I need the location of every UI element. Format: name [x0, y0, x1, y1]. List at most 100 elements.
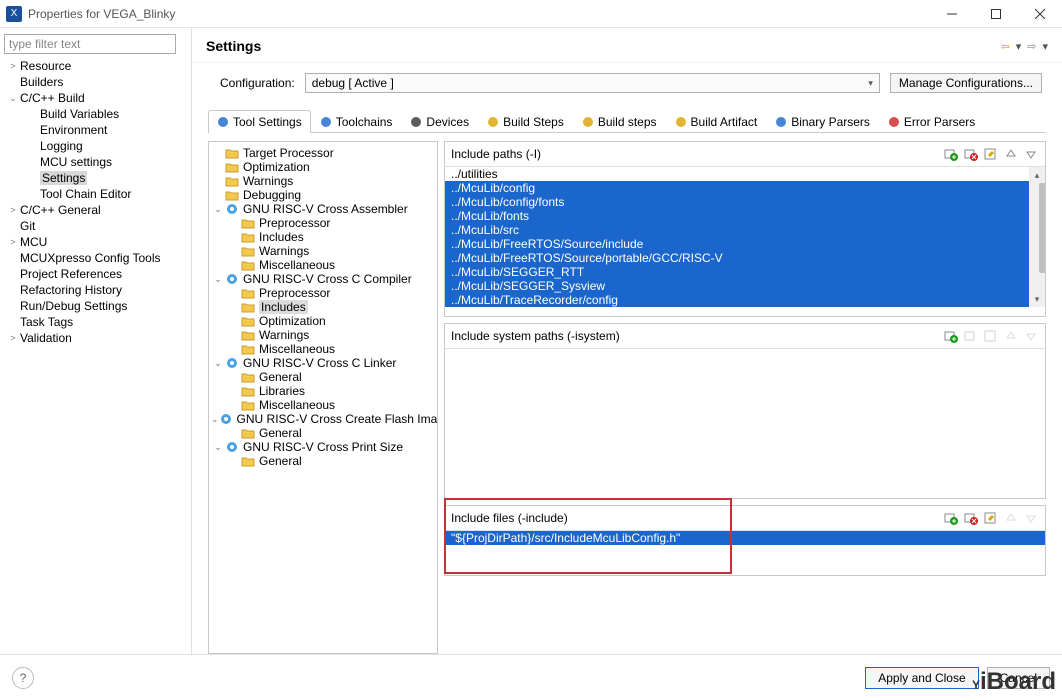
apply-close-button[interactable]: Apply and Close — [865, 667, 978, 689]
close-button[interactable] — [1018, 0, 1062, 28]
tree-item-mcu-settings[interactable]: >MCU settings — [24, 154, 191, 170]
tree-item-refactoring-history[interactable]: >Refactoring History — [4, 282, 191, 298]
cancel-button[interactable]: Cancel — [987, 667, 1050, 689]
edit-icon[interactable] — [983, 510, 999, 526]
tab-build-steps[interactable]: Build steps — [573, 110, 666, 133]
tab-tool-settings[interactable]: Tool Settings — [208, 110, 311, 133]
forward-icon[interactable]: ⇨ — [1027, 40, 1036, 53]
edit-icon[interactable] — [983, 146, 999, 162]
delete-icon[interactable] — [963, 510, 979, 526]
tab-binary-parsers[interactable]: Binary Parsers — [766, 110, 879, 133]
tool-tree-warnings[interactable]: ⌄Warnings — [211, 328, 435, 342]
include-path-item[interactable]: ../McuLib/SEGGER_Sysview — [445, 279, 1045, 293]
forward-dropdown[interactable]: ▾ — [1042, 40, 1048, 53]
tool-tree-miscellaneous[interactable]: ⌄Miscellaneous — [211, 342, 435, 356]
add-icon[interactable] — [943, 510, 959, 526]
tab-error-parsers[interactable]: Error Parsers — [879, 110, 984, 133]
tool-tree-optimization[interactable]: ⌄Optimization — [211, 160, 435, 174]
tool-tree-preprocessor[interactable]: ⌄Preprocessor — [211, 216, 435, 230]
delete-icon[interactable] — [963, 146, 979, 162]
tree-item-c-c-build[interactable]: ⌄C/C++ Build — [4, 90, 191, 106]
tab-build-artifact[interactable]: Build Artifact — [666, 110, 767, 133]
tree-item-c-c-general[interactable]: >C/C++ General — [4, 202, 191, 218]
tree-item-run-debug-settings[interactable]: >Run/Debug Settings — [4, 298, 191, 314]
edit-icon[interactable] — [983, 328, 999, 344]
back-dropdown[interactable]: ▾ — [1016, 40, 1022, 53]
move-down-icon[interactable] — [1023, 146, 1039, 162]
add-icon[interactable] — [943, 328, 959, 344]
tool-tree-gnu-risc-v-cross-create-flash-image[interactable]: ⌄GNU RISC-V Cross Create Flash Image — [211, 412, 435, 426]
tool-tree-debugging[interactable]: ⌄Debugging — [211, 188, 435, 202]
scroll-up-icon[interactable]: ▴ — [1029, 167, 1045, 183]
include-path-item[interactable]: ../utilities — [445, 167, 1045, 181]
tool-tree-preprocessor[interactable]: ⌄Preprocessor — [211, 286, 435, 300]
tree-item-tool-chain-editor[interactable]: >Tool Chain Editor — [24, 186, 191, 202]
tree-item-mcuxpresso-config-tools[interactable]: >MCUXpresso Config Tools — [4, 250, 191, 266]
include-path-item[interactable]: ../McuLib/config — [445, 181, 1045, 195]
tree-item-validation[interactable]: >Validation — [4, 330, 191, 346]
tree-item-settings[interactable]: >Settings — [24, 170, 191, 186]
chevron-down-icon[interactable]: ⌄ — [211, 204, 225, 215]
tool-tree-miscellaneous[interactable]: ⌄Miscellaneous — [211, 398, 435, 412]
manage-configurations-button[interactable]: Manage Configurations... — [890, 73, 1042, 93]
tab-devices[interactable]: Devices — [401, 110, 478, 133]
tool-tree-general[interactable]: ⌄General — [211, 454, 435, 468]
chevron-down-icon[interactable]: ⌄ — [211, 414, 219, 425]
tree-item-project-references[interactable]: >Project References — [4, 266, 191, 282]
move-up-icon[interactable] — [1003, 510, 1019, 526]
tool-tree-gnu-risc-v-cross-print-size[interactable]: ⌄GNU RISC-V Cross Print Size — [211, 440, 435, 454]
tab-toolchains[interactable]: Toolchains — [311, 110, 402, 133]
tool-tree-warnings[interactable]: ⌄Warnings — [211, 174, 435, 188]
add-icon[interactable] — [943, 146, 959, 162]
tree-item-builders[interactable]: >Builders — [4, 74, 191, 90]
move-down-icon[interactable] — [1023, 328, 1039, 344]
chevron-down-icon[interactable]: ⌄ — [211, 442, 225, 453]
filter-input[interactable] — [4, 34, 176, 54]
chevron-right-icon[interactable]: > — [6, 205, 20, 215]
move-up-icon[interactable] — [1003, 328, 1019, 344]
tool-tree-miscellaneous[interactable]: ⌄Miscellaneous — [211, 258, 435, 272]
minimize-button[interactable] — [930, 0, 974, 28]
delete-icon[interactable] — [963, 328, 979, 344]
tree-item-environment[interactable]: >Environment — [24, 122, 191, 138]
tree-item-git[interactable]: >Git — [4, 218, 191, 234]
include-path-item[interactable]: ../McuLib/fonts — [445, 209, 1045, 223]
maximize-button[interactable] — [974, 0, 1018, 28]
tool-tree-gnu-risc-v-cross-c-linker[interactable]: ⌄GNU RISC-V Cross C Linker — [211, 356, 435, 370]
tree-item-task-tags[interactable]: >Task Tags — [4, 314, 191, 330]
move-up-icon[interactable] — [1003, 146, 1019, 162]
tool-tree-general[interactable]: ⌄General — [211, 370, 435, 384]
chevron-right-icon[interactable]: > — [6, 333, 20, 343]
tool-tree-target-processor[interactable]: ⌄Target Processor — [211, 146, 435, 160]
tool-tree-gnu-risc-v-cross-assembler[interactable]: ⌄GNU RISC-V Cross Assembler — [211, 202, 435, 216]
include-paths-scrollbar[interactable]: ▴ ▾ — [1029, 167, 1045, 307]
include-path-item[interactable]: ../McuLib/SEGGER_RTT — [445, 265, 1045, 279]
move-down-icon[interactable] — [1023, 510, 1039, 526]
include-path-item[interactable]: ../McuLib/FreeRTOS/Source/include — [445, 237, 1045, 251]
tool-tree-general[interactable]: ⌄General — [211, 426, 435, 440]
tree-item-logging[interactable]: >Logging — [24, 138, 191, 154]
chevron-down-icon[interactable]: ⌄ — [211, 274, 225, 285]
include-path-item[interactable]: ../McuLib/TraceRecorder/config — [445, 293, 1045, 307]
configuration-dropdown[interactable]: debug [ Active ] ▾ — [305, 73, 880, 93]
include-path-item[interactable]: ../McuLib/config/fonts — [445, 195, 1045, 209]
scroll-down-icon[interactable]: ▾ — [1029, 291, 1045, 307]
chevron-right-icon[interactable]: > — [6, 61, 20, 71]
tool-tree-includes[interactable]: ⌄Includes — [211, 230, 435, 244]
tool-tree-includes[interactable]: ⌄Includes — [211, 300, 435, 314]
tree-item-mcu[interactable]: >MCU — [4, 234, 191, 250]
help-button[interactable]: ? — [12, 667, 34, 689]
include-path-item[interactable]: ../McuLib/FreeRTOS/Source/portable/GCC/R… — [445, 251, 1045, 265]
tree-item-resource[interactable]: >Resource — [4, 58, 191, 74]
tab-build-steps[interactable]: Build Steps — [478, 110, 573, 133]
chevron-right-icon[interactable]: > — [6, 237, 20, 247]
tool-tree-optimization[interactable]: ⌄Optimization — [211, 314, 435, 328]
include-path-item[interactable]: ../McuLib/src — [445, 223, 1045, 237]
tree-item-build-variables[interactable]: >Build Variables — [24, 106, 191, 122]
chevron-down-icon[interactable]: ⌄ — [6, 93, 20, 104]
tool-tree-gnu-risc-v-cross-c-compiler[interactable]: ⌄GNU RISC-V Cross C Compiler — [211, 272, 435, 286]
back-icon[interactable]: ⇦ — [1001, 40, 1010, 53]
tool-tree-libraries[interactable]: ⌄Libraries — [211, 384, 435, 398]
include-file-item[interactable]: "${ProjDirPath}/src/IncludeMcuLibConfig.… — [445, 531, 1045, 545]
tool-tree-warnings[interactable]: ⌄Warnings — [211, 244, 435, 258]
